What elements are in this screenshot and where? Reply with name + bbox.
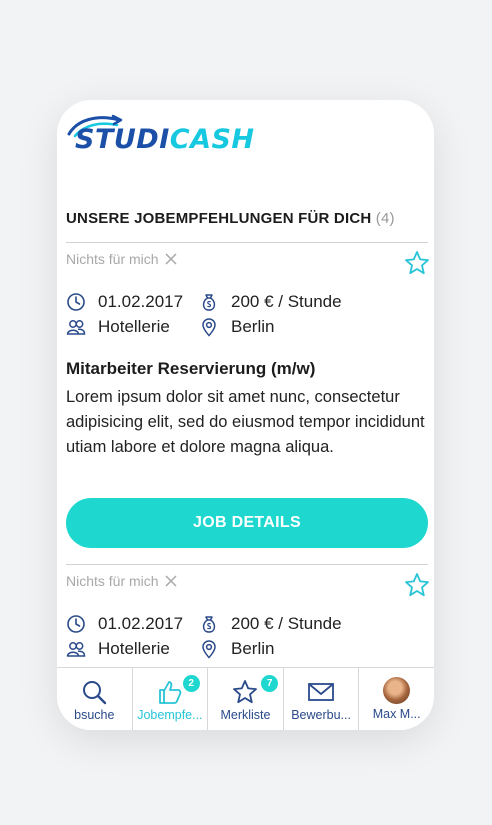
card-divider bbox=[66, 564, 428, 565]
envelope-icon bbox=[308, 683, 334, 701]
search-icon bbox=[83, 681, 107, 705]
clock-icon bbox=[67, 293, 85, 311]
location-pin-icon bbox=[202, 640, 216, 659]
dismiss-label: Nichts für mich bbox=[66, 251, 159, 267]
thumbs-up-icon bbox=[158, 681, 182, 704]
logo-text-studi: STUDI bbox=[75, 124, 170, 155]
pay-value: 200 € / Stunde bbox=[231, 292, 342, 311]
job-description: Lorem ipsum dolor sit amet nunc, consect… bbox=[66, 388, 425, 456]
section-count: (4) bbox=[375, 210, 395, 227]
pay-value: 200 € / Stunde bbox=[231, 614, 342, 633]
logo-text-cash: CASH bbox=[169, 124, 255, 155]
job-card: Nichts für mich 01.02.2017 200 € / Stund… bbox=[66, 564, 430, 674]
meta-category: Hotellerie bbox=[66, 639, 170, 659]
phone-screen: STUDICASH UNSERE JOBEMPFEHLUNGEN FÜR DIC… bbox=[57, 100, 434, 730]
date-value: 01.02.2017 bbox=[98, 292, 184, 311]
dismiss-label: Nichts für mich bbox=[66, 573, 159, 589]
meta-pay: 200 € / Stunde bbox=[199, 614, 342, 634]
job-card: Nichts für mich 01.02.2017 200 € / Stund… bbox=[66, 242, 430, 562]
studicash-logo: STUDICASH bbox=[67, 114, 254, 158]
bookmark-star-icon[interactable] bbox=[404, 250, 430, 276]
close-icon bbox=[165, 575, 177, 587]
meta-pay: 200 € / Stunde bbox=[199, 292, 342, 312]
dismiss-button[interactable]: Nichts für mich bbox=[66, 251, 177, 267]
meta-location: Berlin bbox=[199, 639, 274, 659]
meta-category: Hotellerie bbox=[66, 317, 170, 337]
location-value: Berlin bbox=[231, 639, 275, 658]
tab-label: Bewerbu... bbox=[291, 708, 351, 722]
card-divider bbox=[66, 242, 428, 243]
tab-merkliste[interactable]: 7 Merkliste bbox=[208, 668, 284, 730]
meta-date: 01.02.2017 bbox=[66, 292, 183, 312]
job-title[interactable]: Mitarbeiter Reservierung (m/w) bbox=[66, 359, 315, 379]
group-icon bbox=[66, 320, 86, 335]
meta-date: 01.02.2017 bbox=[66, 614, 183, 634]
close-icon bbox=[165, 253, 177, 265]
tab-label: Jobempfe... bbox=[137, 708, 203, 722]
location-value: Berlin bbox=[231, 317, 275, 336]
notification-badge: 2 bbox=[182, 675, 200, 692]
bookmark-star-icon[interactable] bbox=[404, 572, 430, 598]
star-icon bbox=[233, 680, 258, 704]
clock-icon bbox=[67, 615, 85, 633]
bottom-tab-bar: bsuche 2 Jobempfe... 7 Merkliste Bewerbu… bbox=[57, 667, 434, 730]
date-value: 01.02.2017 bbox=[98, 614, 184, 633]
section-title: UNSERE JOBEMPFEHLUNGEN FÜR DICH (4) bbox=[66, 210, 395, 227]
category-value: Hotellerie bbox=[98, 639, 170, 658]
group-icon bbox=[66, 642, 86, 657]
money-bag-icon bbox=[202, 294, 216, 311]
money-bag-icon bbox=[202, 616, 216, 633]
tab-profile[interactable]: Max M... bbox=[359, 668, 434, 730]
category-value: Hotellerie bbox=[98, 317, 170, 336]
avatar bbox=[383, 677, 411, 704]
section-title-text: UNSERE JOBEMPFEHLUNGEN FÜR DICH bbox=[66, 210, 372, 227]
tab-label: Max M... bbox=[372, 707, 421, 721]
meta-location: Berlin bbox=[199, 317, 274, 337]
dismiss-button[interactable]: Nichts für mich bbox=[66, 573, 177, 589]
tab-jobempfehlungen[interactable]: 2 Jobempfe... bbox=[133, 668, 209, 730]
location-pin-icon bbox=[202, 318, 216, 337]
tab-bewerbungen[interactable]: Bewerbu... bbox=[284, 668, 360, 730]
notification-badge: 7 bbox=[261, 675, 279, 692]
tab-jobsuche[interactable]: bsuche bbox=[57, 668, 133, 730]
tab-label: bsuche bbox=[74, 708, 115, 722]
job-details-button[interactable]: JOB DETAILS bbox=[66, 498, 428, 548]
tab-label: Merkliste bbox=[220, 708, 271, 722]
